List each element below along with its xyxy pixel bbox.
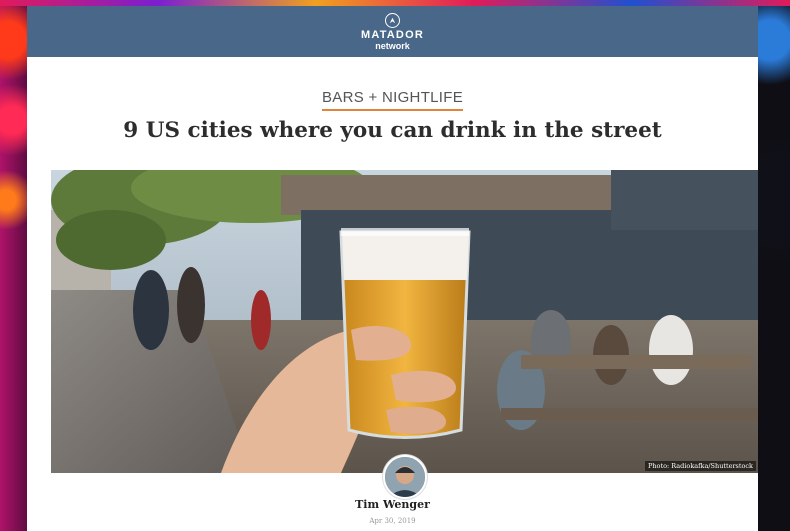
site-header: MATADOR network bbox=[27, 6, 758, 57]
category-link[interactable]: BARS + NIGHTLIFE bbox=[321, 89, 464, 111]
hero-image: Photo: Radiokafka/Shutterstock bbox=[51, 170, 758, 473]
logo-subtitle: network bbox=[375, 40, 410, 51]
site-logo[interactable]: MATADOR network bbox=[361, 12, 424, 51]
article-title: 9 US cities where you can drink in the s… bbox=[123, 118, 662, 143]
logo-wordmark: MATADOR bbox=[361, 28, 424, 41]
publish-date: Apr 30, 2019 bbox=[369, 517, 416, 525]
author-name[interactable]: Tim Wenger bbox=[27, 498, 758, 511]
author-avatar[interactable] bbox=[383, 455, 427, 499]
article-card: MATADOR network BARS + NIGHTLIFE 9 US ci… bbox=[27, 6, 758, 531]
category-wrapper: BARS + NIGHTLIFE bbox=[27, 89, 758, 111]
compass-icon bbox=[384, 12, 400, 28]
image-credit: Photo: Radiokafka/Shutterstock bbox=[645, 461, 756, 471]
